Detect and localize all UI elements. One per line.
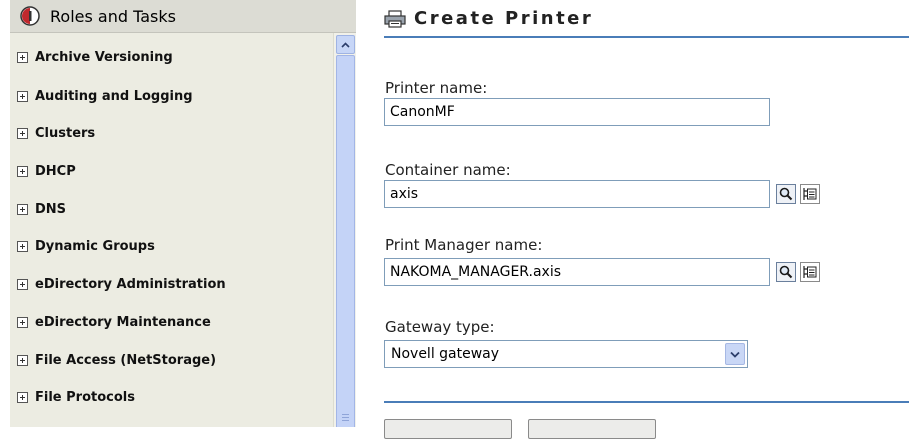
tree-item-label: eDirectory Administration [35,276,226,292]
tree-item-edirectory-maintenance[interactable]: eDirectory Maintenance [10,311,211,333]
expand-plus-icon[interactable] [17,278,28,290]
tree-item-label: DNS [35,201,67,217]
printer-icon [384,9,406,28]
expand-plus-icon[interactable] [17,165,28,177]
tree-item-label: Clusters [35,125,96,141]
roles-and-tasks-header[interactable]: Roles and Tasks [10,0,356,33]
tree-item-dns[interactable]: DNS [10,198,66,220]
tree-item-auditing-and-logging[interactable]: Auditing and Logging [10,85,193,107]
tree-item-dynamic-groups[interactable]: Dynamic Groups [10,235,155,257]
expand-plus-icon[interactable] [17,354,28,366]
tree-item-clusters[interactable]: Clusters [10,122,95,144]
search-icon [779,265,793,279]
tree-item-dhcp[interactable]: DHCP [10,160,76,182]
object-browser-icon [803,266,817,278]
sidebar-scrollbar[interactable] [333,33,356,427]
next-button[interactable] [384,419,512,439]
roles-and-tasks-panel: Roles and Tasks Archive Versioning Audit… [0,0,360,427]
cancel-button[interactable] [528,419,656,439]
chevron-down-icon [730,351,740,358]
search-icon [779,187,793,201]
tree-item-label: DHCP [35,163,76,179]
tree-item-file-protocols[interactable]: File Protocols [10,386,135,408]
gateway-type-label: Gateway type: [385,318,495,336]
print-manager-search-button[interactable] [776,262,796,282]
tree-item-file-access-netstorage[interactable]: File Access (NetStorage) [10,349,216,371]
container-name-input[interactable] [384,180,770,208]
container-name-label: Container name: [385,161,511,179]
expand-plus-icon[interactable] [17,90,28,102]
tree-item-label: File Access (NetStorage) [35,352,217,368]
expand-plus-icon[interactable] [17,391,28,403]
tree-item-archive-versioning[interactable]: Archive Versioning [10,46,173,68]
tree-item-partial[interactable] [10,421,35,427]
tree-item-label: eDirectory Maintenance [35,314,211,330]
gateway-type-select[interactable]: Novell gateway [384,340,748,368]
container-search-button[interactable] [776,184,796,204]
header-divider [384,36,909,38]
dropdown-arrow-button[interactable] [725,343,745,365]
novell-roles-icon [20,6,40,26]
expand-plus-icon[interactable] [17,127,28,139]
tree-item-label: Archive Versioning [35,49,173,65]
expand-plus-icon[interactable] [17,316,28,328]
printer-name-label: Printer name: [385,79,488,97]
tree-item-edirectory-administration[interactable]: eDirectory Administration [10,273,226,295]
container-browse-button[interactable] [800,184,820,204]
scroll-thumb[interactable] [336,55,355,427]
chevron-up-icon [341,41,350,48]
tree-item-label: Auditing and Logging [35,88,193,104]
print-manager-browse-button[interactable] [800,262,820,282]
expand-plus-icon[interactable] [17,51,28,63]
footer-divider [384,401,909,403]
create-printer-form: Create Printer Printer name: Container n… [360,0,909,439]
object-browser-icon [803,188,817,200]
page-title: Create Printer [414,8,594,29]
page-header: Create Printer [384,8,593,29]
expand-plus-icon[interactable] [17,240,28,252]
tree-item-label: File Protocols [35,389,135,405]
tree-item-label: Dynamic Groups [35,238,155,254]
expand-plus-icon[interactable] [17,203,28,215]
role-tree: Archive Versioning Auditing and Logging … [10,33,333,427]
roles-and-tasks-title: Roles and Tasks [50,6,176,26]
gateway-type-value: Novell gateway [391,346,500,362]
scroll-up-button[interactable] [336,35,355,54]
print-manager-name-label: Print Manager name: [385,236,543,254]
print-manager-name-input[interactable] [384,258,770,286]
printer-name-input[interactable] [384,98,770,126]
